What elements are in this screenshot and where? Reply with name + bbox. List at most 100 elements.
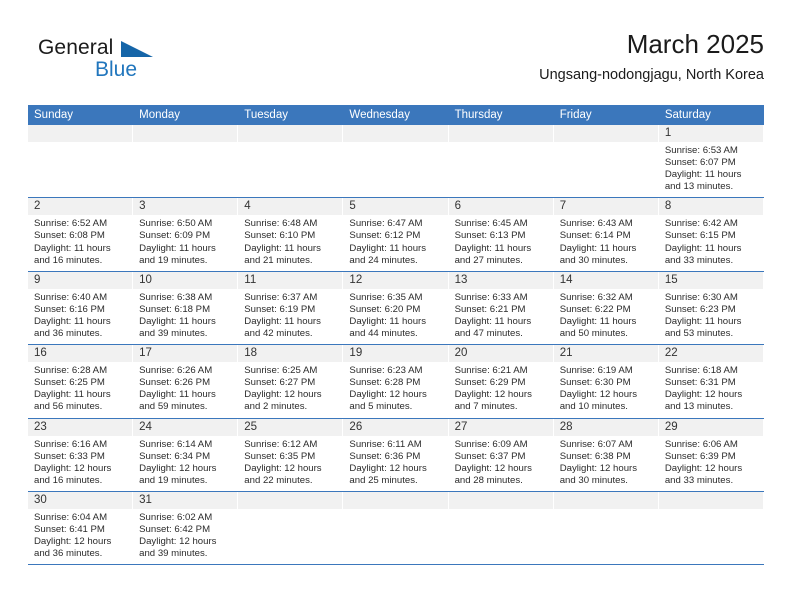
calendar-day-cell[interactable]: 31 Sunrise: 6:02 AM Sunset: 6:42 PM Dayligh… bbox=[133, 491, 239, 565]
day-details bbox=[238, 509, 342, 564]
sunrise-text: Sunrise: 6:48 AM bbox=[244, 218, 318, 230]
day-number bbox=[658, 491, 763, 509]
calendar-day-cell[interactable]: 22 Sunrise: 6:18 AM Sunset: 6:31 PM Dayligh… bbox=[658, 345, 764, 418]
title-block: March 2025 Ungsang-nodongjagu, North Kor… bbox=[539, 28, 764, 84]
calendar-day-cell[interactable]: 14 Sunrise: 6:32 AM Sunset: 6:22 PM Dayligh… bbox=[553, 271, 659, 345]
day-number: 5 bbox=[343, 198, 448, 216]
calendar-day-cell[interactable]: 3 Sunrise: 6:50 AM Sunset: 6:09 PM Daylight… bbox=[133, 198, 239, 271]
calendar-day-cell[interactable]: 25 Sunrise: 6:12 AM Sunset: 6:35 PM Dayligh… bbox=[238, 418, 344, 491]
calendar-week-row: 23 Sunrise: 6:16 AM Sunset: 6:33 PM Dayligh… bbox=[28, 418, 764, 492]
calendar-day-cell[interactable]: 26 Sunrise: 6:11 AM Sunset: 6:36 PM Dayligh… bbox=[343, 418, 449, 491]
calendar-day-cell-empty bbox=[238, 491, 344, 565]
sunrise-text: Sunrise: 6:09 AM bbox=[454, 438, 528, 450]
calendar-grid: Sunday Monday Tuesday Wednesday Thursday Frid… bbox=[28, 105, 764, 566]
day-details: Sunrise: 6:52 AM Sunset: 6:08 PM Daylight:… bbox=[28, 215, 132, 270]
day-details: Sunrise: 6:21 AM Sunset: 6:29 PM Daylight:… bbox=[449, 362, 553, 417]
day-number: 6 bbox=[448, 198, 553, 216]
day-details: Sunrise: 6:53 AM Sunset: 6:07 PM Daylight:… bbox=[659, 142, 763, 197]
day-number: 29 bbox=[658, 418, 763, 436]
calendar-day-cell[interactable]: 28 Sunrise: 6:07 AM Sunset: 6:38 PM Dayligh… bbox=[553, 418, 659, 491]
daylight-text: Daylight: 11 hours and 44 minutes. bbox=[349, 315, 427, 340]
calendar-day-cell[interactable]: 12 Sunrise: 6:35 AM Sunset: 6:20 PM Dayligh… bbox=[343, 271, 449, 345]
calendar-day-cell[interactable]: 6 Sunrise: 6:45 AM Sunset: 6:13 PM Daylight… bbox=[448, 198, 554, 271]
day-details: Sunrise: 6:42 AM Sunset: 6:15 PM Daylight:… bbox=[659, 215, 763, 270]
weekday-header-saturday: Saturday bbox=[664, 109, 711, 121]
sunrise-text: Sunrise: 6:35 AM bbox=[349, 291, 423, 303]
day-number: 16 bbox=[28, 345, 133, 363]
day-details: Sunrise: 6:47 AM Sunset: 6:12 PM Daylight:… bbox=[343, 215, 447, 270]
sunrise-text: Sunrise: 6:06 AM bbox=[664, 438, 738, 450]
weekday-header-sunday: Sunday bbox=[34, 109, 74, 121]
daylight-text: Daylight: 11 hours and 21 minutes. bbox=[244, 242, 321, 266]
calendar-day-cell[interactable]: 1 Sunrise: 6:53 AM Sunset: 6:07 PM Daylight… bbox=[658, 125, 764, 198]
day-number: 23 bbox=[28, 418, 133, 436]
calendar-day-cell[interactable]: 29 Sunrise: 6:06 AM Sunset: 6:39 PM Dayligh… bbox=[658, 418, 764, 491]
sunrise-text: Sunrise: 6:07 AM bbox=[559, 438, 633, 450]
sunrise-text: Sunrise: 6:23 AM bbox=[349, 365, 423, 377]
calendar-day-cell[interactable]: 10 Sunrise: 6:38 AM Sunset: 6:18 PM Dayligh… bbox=[133, 271, 239, 345]
day-details: Sunrise: 6:45 AM Sunset: 6:13 PM Daylight:… bbox=[449, 215, 553, 270]
sunset-text: Sunset: 6:21 PM bbox=[454, 303, 526, 315]
calendar-day-cell[interactable]: 17 Sunrise: 6:26 AM Sunset: 6:26 PM Dayligh… bbox=[133, 345, 239, 418]
daylight-text: Daylight: 12 hours and 36 minutes. bbox=[34, 536, 112, 560]
calendar-day-cell[interactable]: 11 Sunrise: 6:37 AM Sunset: 6:19 PM Dayligh… bbox=[238, 271, 344, 345]
calendar-day-cell[interactable]: 30 Sunrise: 6:04 AM Sunset: 6:41 PM Dayligh… bbox=[28, 491, 134, 565]
sunset-text: Sunset: 6:34 PM bbox=[139, 450, 211, 462]
page-header: General Blue March 2025 Ungsang-nodongja… bbox=[28, 28, 764, 98]
sunset-text: Sunset: 6:36 PM bbox=[349, 450, 421, 462]
day-number: 30 bbox=[28, 491, 133, 509]
sunset-text: Sunset: 6:27 PM bbox=[244, 377, 316, 389]
sunset-text: Sunset: 6:16 PM bbox=[34, 303, 105, 315]
daylight-text: Daylight: 11 hours and 27 minutes. bbox=[454, 242, 532, 266]
day-number: 26 bbox=[343, 418, 448, 436]
calendar-day-cell[interactable]: 5 Sunrise: 6:47 AM Sunset: 6:12 PM Daylight… bbox=[343, 198, 449, 271]
daylight-text: Daylight: 12 hours and 22 minutes. bbox=[244, 462, 322, 486]
day-details: Sunrise: 6:35 AM Sunset: 6:20 PM Daylight:… bbox=[343, 289, 447, 344]
daylight-text: Daylight: 12 hours and 19 minutes. bbox=[139, 462, 217, 486]
day-number: 17 bbox=[133, 345, 238, 363]
day-number: 24 bbox=[133, 418, 238, 436]
calendar-day-cell[interactable]: 24 Sunrise: 6:14 AM Sunset: 6:34 PM Dayligh… bbox=[133, 418, 239, 491]
calendar-day-cell[interactable]: 8 Sunrise: 6:42 AM Sunset: 6:15 PM Daylight… bbox=[658, 198, 764, 271]
calendar-day-cell[interactable]: 20 Sunrise: 6:21 AM Sunset: 6:29 PM Dayligh… bbox=[448, 345, 554, 418]
calendar-day-cell[interactable]: 4 Sunrise: 6:48 AM Sunset: 6:10 PM Daylight… bbox=[238, 198, 344, 271]
sunset-text: Sunset: 6:31 PM bbox=[664, 377, 736, 389]
weekday-header-monday: Monday bbox=[139, 109, 181, 121]
day-number: 7 bbox=[553, 198, 658, 216]
sunset-text: Sunset: 6:26 PM bbox=[139, 377, 211, 389]
brand-name-general: General bbox=[38, 36, 114, 59]
calendar-day-cell[interactable]: 16 Sunrise: 6:28 AM Sunset: 6:25 PM Dayligh… bbox=[28, 345, 134, 418]
daylight-text: Daylight: 11 hours and 33 minutes. bbox=[664, 242, 742, 266]
daylight-text: Daylight: 12 hours and 16 minutes. bbox=[34, 462, 112, 486]
daylight-text: Daylight: 11 hours and 16 minutes. bbox=[34, 242, 111, 266]
calendar-day-cell-empty bbox=[28, 125, 134, 198]
sunset-text: Sunset: 6:25 PM bbox=[34, 377, 105, 389]
day-number: 31 bbox=[133, 491, 238, 509]
calendar-day-cell[interactable]: 27 Sunrise: 6:09 AM Sunset: 6:37 PM Dayligh… bbox=[448, 418, 554, 491]
day-number bbox=[238, 125, 343, 142]
day-number: 18 bbox=[238, 345, 343, 363]
calendar-day-cell[interactable]: 18 Sunrise: 6:25 AM Sunset: 6:27 PM Dayligh… bbox=[238, 345, 344, 418]
calendar-day-cell[interactable]: 23 Sunrise: 6:16 AM Sunset: 6:33 PM Dayligh… bbox=[28, 418, 134, 491]
calendar-day-cell[interactable]: 15 Sunrise: 6:30 AM Sunset: 6:23 PM Dayligh… bbox=[658, 271, 764, 345]
day-details: Sunrise: 6:48 AM Sunset: 6:10 PM Daylight:… bbox=[238, 215, 342, 270]
calendar-week-row: 2 Sunrise: 6:52 AM Sunset: 6:08 PM Daylight… bbox=[28, 198, 764, 272]
calendar-day-cell[interactable]: 9 Sunrise: 6:40 AM Sunset: 6:16 PM Daylight… bbox=[28, 271, 134, 345]
sunset-text: Sunset: 6:30 PM bbox=[559, 377, 631, 389]
calendar-day-cell[interactable]: 13 Sunrise: 6:33 AM Sunset: 6:21 PM Dayligh… bbox=[448, 271, 554, 345]
day-number: 14 bbox=[553, 271, 658, 289]
calendar-day-cell-empty bbox=[343, 491, 449, 565]
calendar-day-cell[interactable]: 19 Sunrise: 6:23 AM Sunset: 6:28 PM Dayligh… bbox=[343, 345, 449, 418]
sunrise-text: Sunrise: 6:04 AM bbox=[34, 511, 108, 523]
day-details bbox=[28, 142, 132, 197]
day-details bbox=[343, 142, 447, 197]
calendar-day-cell[interactable]: 21 Sunrise: 6:19 AM Sunset: 6:30 PM Dayligh… bbox=[553, 345, 659, 418]
weekday-header-tuesday: Tuesday bbox=[244, 109, 288, 121]
calendar-day-cell[interactable]: 2 Sunrise: 6:52 AM Sunset: 6:08 PM Daylight… bbox=[28, 198, 134, 271]
day-details: Sunrise: 6:12 AM Sunset: 6:35 PM Daylight:… bbox=[238, 436, 342, 491]
calendar-day-cell[interactable]: 7 Sunrise: 6:43 AM Sunset: 6:14 PM Daylight… bbox=[553, 198, 659, 271]
day-number: 10 bbox=[133, 271, 238, 289]
sunset-text: Sunset: 6:42 PM bbox=[139, 523, 211, 535]
sunrise-text: Sunrise: 6:42 AM bbox=[664, 218, 738, 230]
brand-logo[interactable]: General Blue bbox=[38, 36, 218, 94]
